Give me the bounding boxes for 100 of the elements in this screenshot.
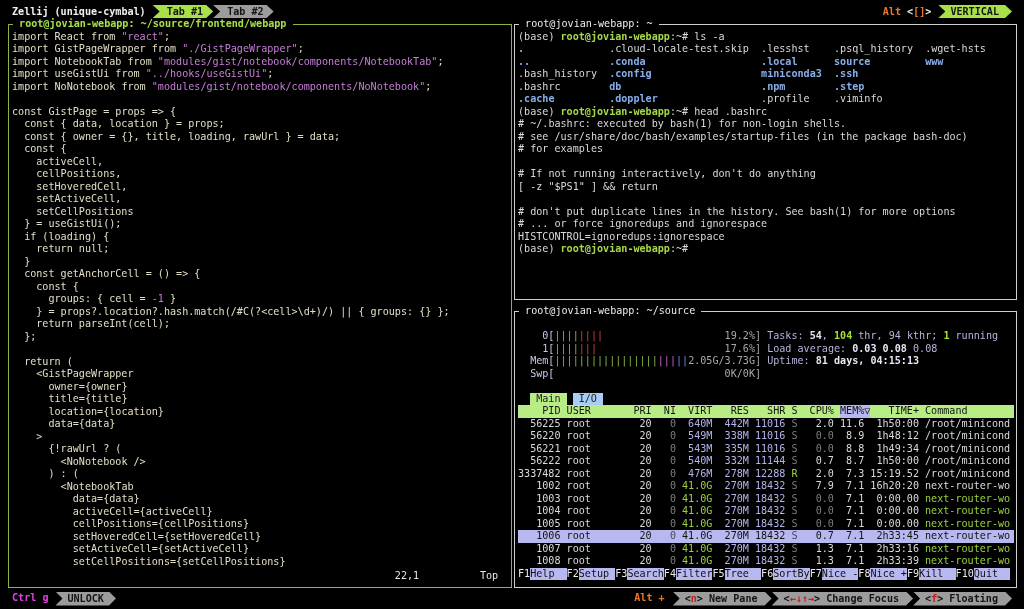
table-cell: 7.9 [815, 480, 834, 493]
table-cell: 543M [688, 442, 713, 455]
key-hint: F3 [615, 567, 628, 580]
process-row[interactable]: 56225 root 20 0 640M 442M 11016 S 2.0 11.6 1h50:00 /root/minicond [518, 417, 1014, 430]
table-cell: 41.0G [682, 480, 713, 493]
shortcut-modifier: Ctrl g [12, 592, 49, 605]
process-row[interactable]: 1006 root 20 0 41.0G 270M 18432 S 0.7 7.1 2h33:45 next-router-wo [518, 530, 1014, 543]
directory-name: db [609, 80, 622, 93]
table-cell: /root/minicond [925, 417, 1011, 430]
column-header[interactable]: NI [663, 405, 676, 418]
function-button[interactable]: Nice + [870, 567, 907, 580]
process-row[interactable]: 1003 root 20 0 41.0G 270M 18432 S 0.0 7.1 0:00.00 next-router-wo [518, 492, 1014, 505]
table-cell: 0.0 [815, 442, 834, 455]
column-header[interactable]: PID [542, 405, 561, 418]
function-button[interactable]: Filter [676, 567, 713, 580]
table-cell: 332M [724, 455, 749, 468]
code-line: const { [36, 280, 79, 293]
table-cell: 0 [669, 467, 676, 480]
process-row[interactable]: 1008 root 20 0 41.0G 270M 18432 S 1.3 7.1 2h33:39 next-router-wo [518, 555, 1014, 568]
meter-text: |||||||| [554, 330, 604, 343]
column-header[interactable]: S [791, 405, 798, 418]
table-cell: 270M [724, 542, 749, 555]
terminal-line: # If not running interactively, don't do anything [518, 168, 816, 181]
key-hint: F1 [518, 567, 531, 580]
table-cell: S [791, 480, 798, 493]
process-row[interactable]: 1005 root 20 0 41.0G 270M 18432 S 0.0 7.1 0:00.00 next-router-wo [518, 517, 1014, 530]
tab[interactable]: Main [530, 392, 567, 405]
shortcut-button[interactable]: <f> Floating [913, 591, 1012, 606]
column-header[interactable]: TIME+ [888, 405, 919, 418]
stat-line: Tasks: 54, 104 thr, 94 kthr; 1 running [767, 330, 999, 343]
column-header[interactable]: RES [730, 405, 749, 418]
function-button[interactable]: Nice - [821, 567, 859, 580]
process-row[interactable]: 56221 root 20 0 543M 335M 11016 S 0.0 8.8 1h49:34 /root/minicond [518, 442, 1014, 455]
table-cell: 20 [639, 555, 652, 568]
table-cell: S [791, 542, 798, 555]
table-cell: 1.3 [815, 555, 834, 568]
table-cell: 20 [639, 467, 652, 480]
table-cell: 16h20:20 [870, 480, 919, 493]
table-cell: 7.1 [846, 542, 865, 555]
process-row[interactable]: 56222 root 20 0 540M 332M 11144 S 0.7 8.7 1h50:00 /root/minicond [518, 455, 1014, 468]
column-header[interactable]: SHR [767, 405, 786, 418]
table-cell: 0 [669, 480, 676, 493]
column-header[interactable]: VIRT [688, 405, 713, 418]
table-cell: S [791, 530, 798, 543]
file-name: .cloud-locale-test.skip [609, 43, 749, 56]
directory-name: .conda [609, 55, 646, 68]
table-cell: 2h33:45 [876, 530, 919, 543]
table-cell: 41.0G [682, 530, 713, 543]
table-cell: 0:00.00 [876, 517, 919, 530]
tab[interactable]: Tab #1 [152, 5, 214, 18]
table-cell: 56221 [530, 442, 561, 455]
process-row[interactable]: 56220 root 20 0 549M 338M 11016 S 0.0 8.9 1h48:12 /root/minicond [518, 430, 1014, 443]
unlock-button[interactable]: UNLOCK [55, 591, 116, 606]
code-line: setActiveCell, [36, 193, 122, 206]
process-row[interactable]: 3337482 root 20 0 476M 278M 12288 R 2.0 7.3 15:19.52 /root/minicond [518, 467, 1014, 480]
pane-title: root@jovian-webapp: ~/source/frontend/webapp [18, 19, 288, 31]
process-row[interactable]: 1007 root 20 0 41.0G 270M 18432 S 1.3 7.1 2h33:16 next-router-wo [518, 542, 1014, 555]
shortcut-button[interactable]: <←↓↑→> Change Focus [771, 591, 914, 606]
directory-name: www [925, 55, 944, 68]
file-name: .wget-hsts [925, 43, 986, 56]
layout-button[interactable]: VERTICAL [938, 5, 1012, 18]
tab[interactable]: I/O [572, 392, 603, 405]
column-header[interactable]: PRI [633, 405, 652, 418]
column-header[interactable]: Command [925, 405, 968, 418]
function-button[interactable]: Quit [973, 567, 1011, 580]
tab[interactable]: Tab #2 [213, 5, 274, 18]
table-cell: 20 [639, 417, 652, 430]
process-row[interactable]: 1002 root 20 0 41.0G 270M 18432 S 7.9 7.1 16h20:20 next-router-wo [518, 480, 1014, 493]
terminal-line: # see /usr/share/doc/bash/examples/startup-files (in the package bash-doc) [518, 130, 968, 143]
shortcut-button[interactable]: <n> New Pane [672, 591, 772, 606]
function-button[interactable]: SortBy [773, 567, 810, 580]
table-cell: 270M [724, 530, 749, 543]
code-line: import NotebookTab from "modules/gist/notebook/components/NotebookTab"; [12, 55, 444, 68]
table-cell: 41.0G [682, 542, 713, 555]
table-cell: 1005 [536, 517, 561, 530]
function-button[interactable]: Setup [578, 567, 616, 580]
table-cell: 1h48:12 [876, 430, 919, 443]
function-button[interactable]: Tree [724, 567, 762, 580]
column-header[interactable]: CPU% [809, 405, 834, 418]
function-button[interactable]: Kill [919, 567, 956, 580]
table-cell: /root/minicond [925, 467, 1011, 480]
column-header[interactable]: USER [566, 405, 591, 418]
code-line: const getAnchorCell = () => { [24, 268, 201, 281]
code-line: } [24, 255, 31, 268]
function-button[interactable]: Search [627, 567, 664, 580]
table-cell: 15:19.52 [870, 467, 919, 480]
terminal-line: [ -z "$PS1" ] && return [518, 180, 658, 193]
scroll-position: Top [479, 569, 499, 582]
table-cell: 7.1 [846, 555, 865, 568]
table-cell: next-router-wo [925, 517, 1011, 530]
meter-reading: 19.2%] [724, 330, 762, 343]
function-button[interactable]: Help [530, 567, 567, 580]
table-cell: root [566, 480, 591, 493]
process-row[interactable]: 1004 root 20 0 41.0G 270M 18432 S 0.0 7.1 0:00.00 next-router-wo [518, 505, 1014, 518]
table-cell: 278M [724, 467, 749, 480]
table-cell: 1002 [536, 480, 561, 493]
column-header[interactable]: MEM%▽ [840, 405, 871, 418]
table-cell: 56222 [530, 455, 561, 468]
key-hint: F4 [663, 567, 676, 580]
file-name: .viminfo [834, 93, 883, 106]
